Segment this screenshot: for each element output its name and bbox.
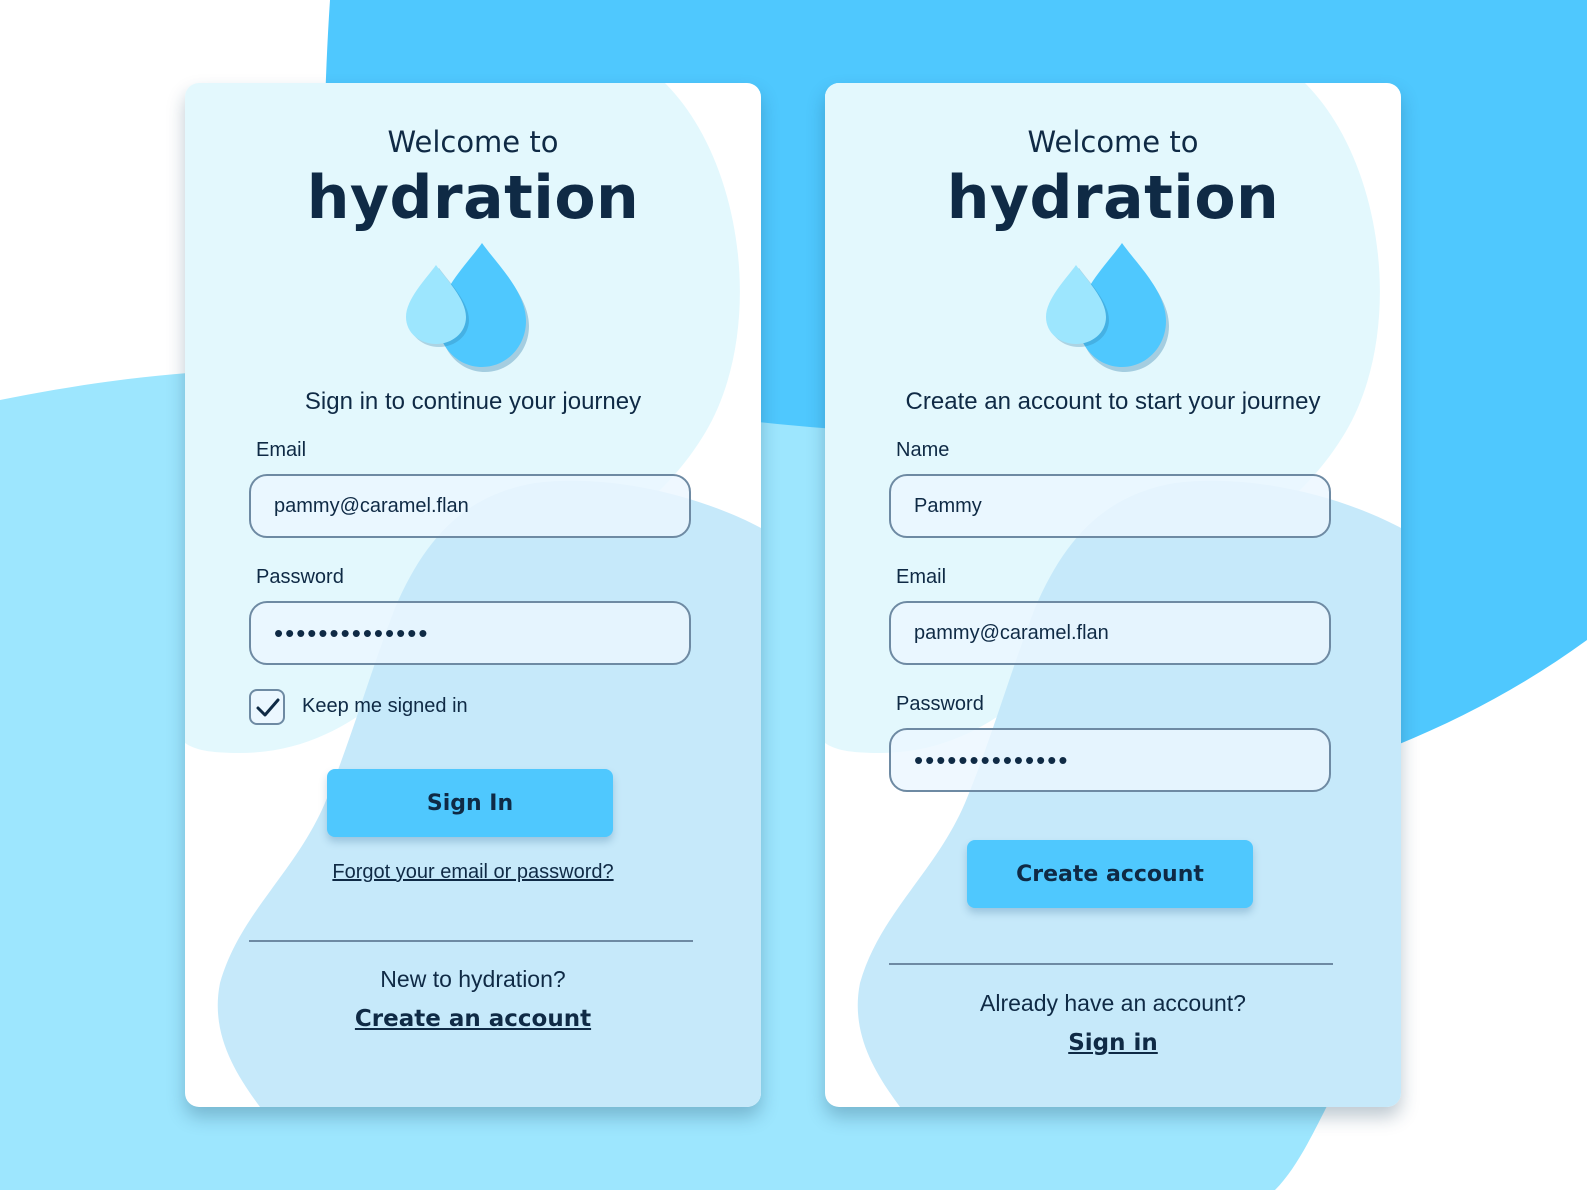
name-field[interactable]: Pammy: [889, 474, 1331, 538]
sign-in-button[interactable]: Sign In: [327, 769, 613, 837]
password-label: Password: [256, 566, 344, 588]
create-account-button[interactable]: Create account: [967, 840, 1253, 908]
signin-subtitle: Sign in to continue your journey: [304, 388, 642, 415]
welcome-text: Welcome to: [1027, 125, 1199, 159]
create-account-link[interactable]: Create an account: [185, 1006, 761, 1032]
brand-title: hydration: [306, 163, 640, 233]
email-label: Email: [896, 566, 947, 588]
water-drops-icon: [1046, 243, 1169, 372]
welcome-text: Welcome to: [387, 125, 559, 159]
password-field[interactable]: ••••••••••••••: [889, 728, 1331, 792]
sign-in-link[interactable]: Sign in: [825, 1030, 1401, 1056]
divider: [249, 940, 693, 942]
email-label: Email: [256, 439, 307, 461]
name-label: Name: [896, 439, 950, 461]
keep-signed-in-checkbox[interactable]: [249, 689, 285, 725]
brand-title: hydration: [946, 163, 1280, 233]
checkmark-icon: [256, 698, 280, 717]
password-field[interactable]: ••••••••••••••: [249, 601, 691, 665]
signup-subtitle: Create an account to start your journey: [905, 388, 1321, 415]
email-field[interactable]: pammy@caramel.flan: [889, 601, 1331, 665]
signup-card: Welcome to hydration Create an account t…: [825, 83, 1401, 1107]
email-field[interactable]: pammy@caramel.flan: [249, 474, 691, 538]
password-label: Password: [896, 693, 984, 715]
existing-user-prompt: Already have an account?: [980, 990, 1246, 1016]
new-user-prompt: New to hydration?: [380, 966, 566, 992]
card-decoration: [825, 83, 1401, 1107]
water-drops-icon: [406, 243, 529, 372]
signin-card: Welcome to hydration Sign in to continue…: [185, 83, 761, 1107]
forgot-password-link[interactable]: Forgot your email or password?: [185, 861, 761, 884]
keep-signed-in-label[interactable]: Keep me signed in: [302, 695, 468, 718]
card-decoration: [185, 83, 761, 1107]
divider: [889, 963, 1333, 965]
